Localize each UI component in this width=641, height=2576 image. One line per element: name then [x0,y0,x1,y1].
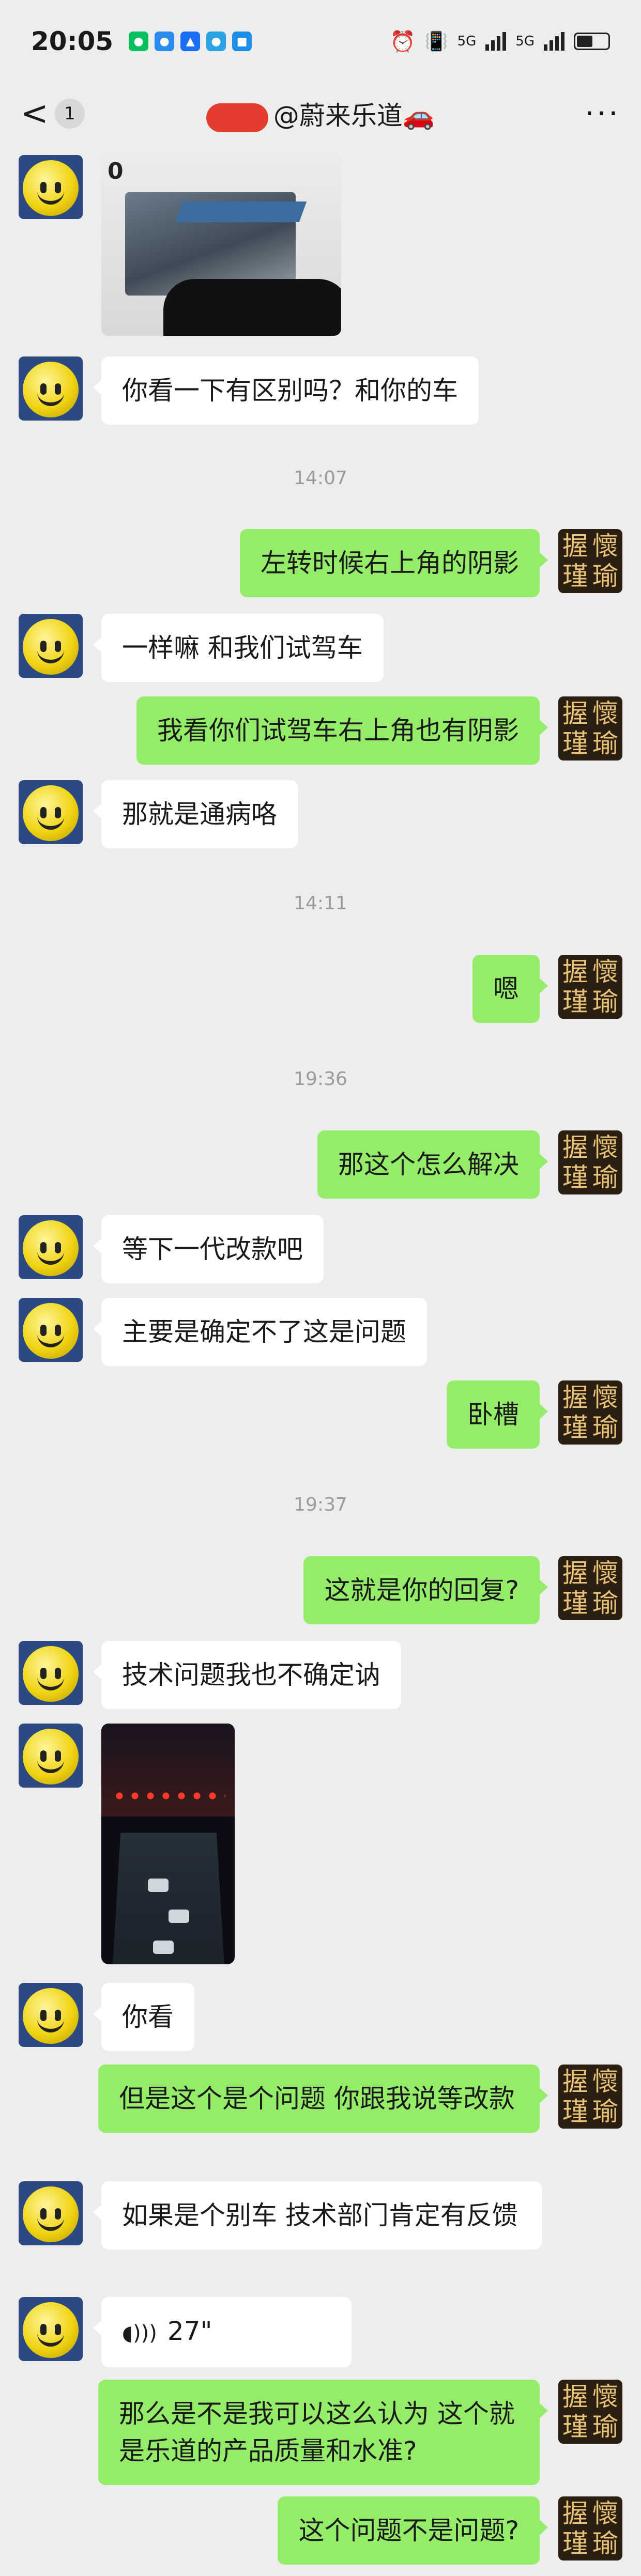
contact-avatar[interactable] [19,614,83,678]
wechat-icon: ● [129,32,148,51]
vibrate-icon: 📳 [425,30,448,52]
message-bubble[interactable]: 我看你们试驾车右上角也有阴影 [136,696,540,765]
message-bubble[interactable]: 如果是个别车 技术部门肯定有反馈 [101,2181,542,2249]
message-bubble[interactable]: 但是这个是个问题 你跟我说等改款 [98,2065,540,2133]
messenger-icon: ● [206,32,226,51]
my-avatar[interactable]: 握懷瑾瑜 [558,2496,622,2561]
message-bubble[interactable]: 左转时候右上角的阴影 [240,529,540,597]
contact-avatar[interactable] [19,780,83,844]
image-message[interactable] [101,1724,235,1964]
my-avatar[interactable]: 握懷瑾瑜 [558,2380,622,2444]
message-bubble[interactable]: 你看一下有区别吗？和你的车 [101,356,479,425]
battery-icon [574,33,610,50]
timestamp: 19:37 [0,1494,641,1515]
chat-app-icon: ● [155,32,174,51]
message-bubble[interactable]: 这个问题不是问题? [278,2496,540,2565]
message-bubble[interactable]: 等下一代改款吧 [101,1215,324,1283]
message-bubble[interactable]: 你看 [101,1983,194,2051]
my-avatar[interactable]: 握懷瑾瑜 [558,1130,622,1194]
my-avatar[interactable]: 握懷瑾瑜 [558,955,622,1019]
message-bubble[interactable]: 那就是通病咯 [101,780,298,848]
app-icon: ■ [232,32,252,51]
chat-title-text: @蔚来乐道🚗 [273,101,435,131]
network-label-2: 5G [515,34,535,49]
navigation-app-icon: ▲ [180,32,200,51]
message-bubble[interactable]: 卧槽 [447,1380,540,1449]
contact-avatar[interactable] [19,1298,83,1362]
alarm-icon: ⏰ [390,29,416,54]
timestamp: 19:36 [0,1068,641,1090]
my-avatar[interactable]: 握懷瑾瑜 [558,1380,622,1445]
image-message[interactable]: 0 [101,155,341,336]
chat-title: @蔚来乐道🚗 [0,95,641,132]
my-avatar[interactable]: 握懷瑾瑜 [558,696,622,761]
message-bubble[interactable]: 那这个怎么解决 [317,1130,540,1199]
redaction-mark [206,103,268,132]
contact-avatar[interactable] [19,1983,83,2047]
message-bubble[interactable]: 这就是你的回复? [303,1556,540,1624]
contact-avatar[interactable] [19,1724,83,1788]
status-bar: 20:05 ● ● ▲ ● ■ ⏰ 📳 5G 5G [0,0,641,83]
message-bubble[interactable]: 嗯 [472,955,540,1023]
message-bubble[interactable]: 技术问题我也不确定讷 [101,1641,401,1709]
notification-icons: ● ● ▲ ● ■ [129,32,252,51]
status-time: 20:05 [31,26,113,56]
unread-count-badge[interactable]: 1 [55,99,85,129]
network-label-1: 5G [457,34,477,49]
signal-icon [485,32,506,51]
system-indicators: ⏰ 📳 5G 5G [390,29,610,54]
timestamp: 14:11 [0,893,641,914]
chat-header: < 1 @蔚来乐道🚗 ··· [0,83,641,145]
contact-avatar[interactable] [19,356,83,421]
voice-message[interactable]: ◖))) 27" [101,2297,352,2367]
my-avatar[interactable]: 握懷瑾瑜 [558,2065,622,2129]
contact-avatar[interactable] [19,1641,83,1705]
message-bubble[interactable]: 主要是确定不了这是问题 [101,1298,427,1366]
contact-avatar[interactable] [19,2181,83,2245]
contact-avatar[interactable] [19,2297,83,2361]
back-arrow-icon[interactable]: < [21,97,47,130]
message-bubble[interactable]: 一样嘛 和我们试驾车 [101,614,384,682]
contact-avatar[interactable] [19,1215,83,1279]
signal-icon-2 [544,32,564,51]
voice-wave-icon: ◖))) [122,2315,157,2352]
message-bubble[interactable]: 那么是不是我可以这么认为 这个就是乐道的产品质量和水准? [98,2380,540,2485]
more-options-icon[interactable]: ··· [585,96,620,132]
contact-avatar[interactable] [19,155,83,219]
image-speed-readout: 0 [108,158,124,184]
my-avatar[interactable]: 握懷瑾瑜 [558,1556,622,1620]
voice-duration: 27" [167,2316,212,2346]
timestamp: 14:07 [0,468,641,489]
my-avatar[interactable]: 握懷瑾瑜 [558,529,622,593]
